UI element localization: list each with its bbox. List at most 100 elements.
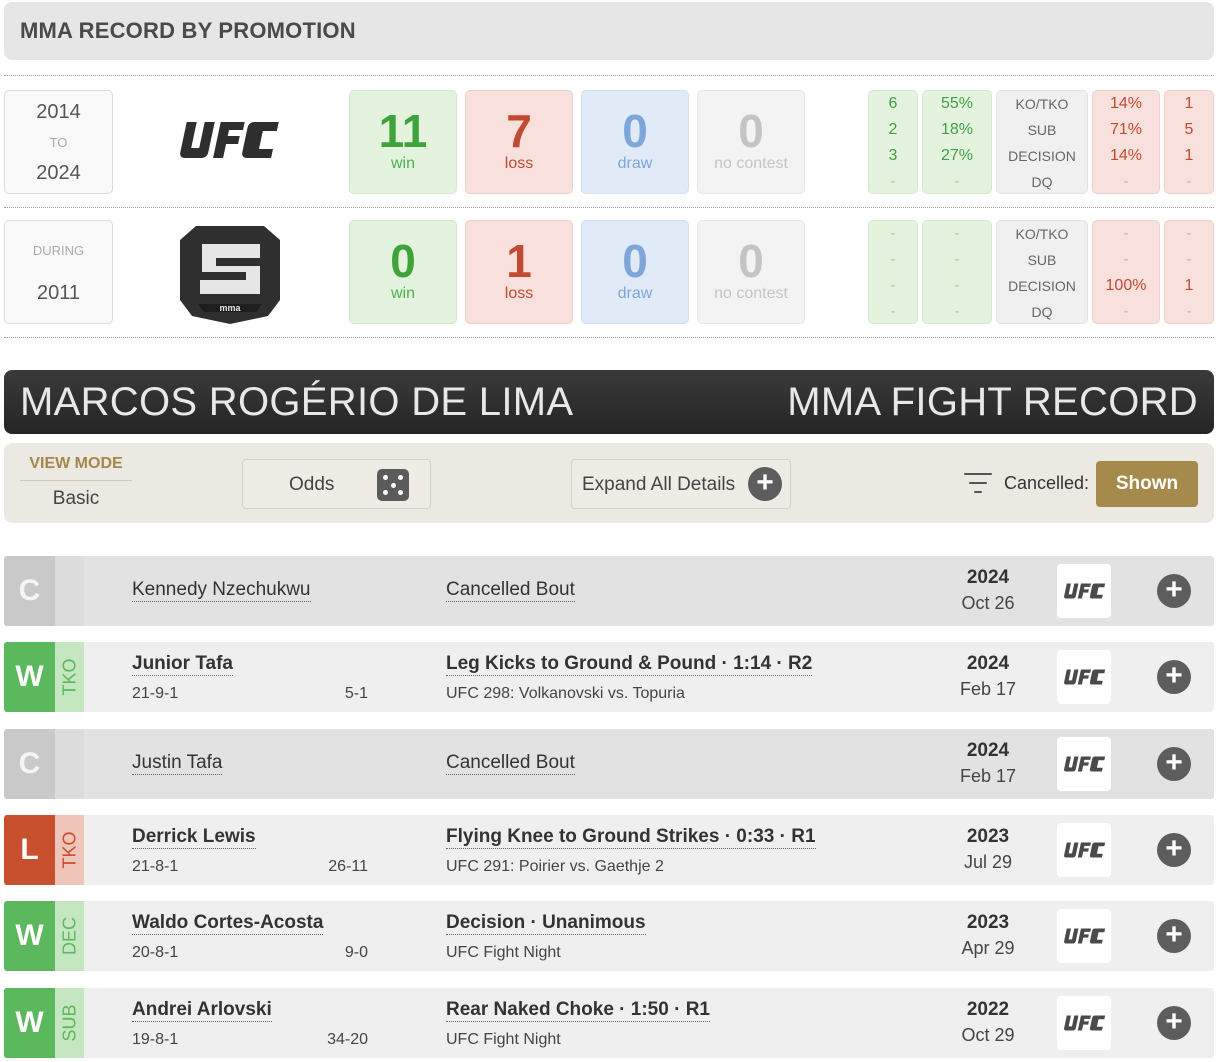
fight-date: Feb 17 (959, 766, 1017, 786)
win-label: win (390, 155, 415, 172)
fight-row[interactable]: C Kennedy Nzechukwu Cancelled Bout 2024 … (4, 556, 1214, 626)
win-count-dq: - (890, 173, 896, 190)
fight-year: 2023 (966, 826, 1010, 847)
years-single: 2011 (36, 282, 80, 304)
method-tab (55, 729, 84, 799)
event-name[interactable]: UFC 291: Poirier vs. Gaethje 2 (446, 858, 664, 876)
draw-count-box: 0 draw (581, 220, 689, 324)
result-badge: C (4, 729, 55, 799)
expand-fight-icon[interactable]: + (1157, 660, 1191, 694)
fight-date: Feb 17 (959, 679, 1017, 699)
opponent-link[interactable]: Derrick Lewis (132, 826, 256, 849)
expand-fight-icon[interactable]: + (1157, 747, 1191, 781)
fight-date: Apr 29 (961, 938, 1015, 958)
odds-label: Odds (289, 474, 335, 495)
opponent-record-at-fight: 34-20 (327, 1031, 368, 1048)
draw-label: draw (617, 155, 653, 172)
view-mode-selector[interactable]: Basic (20, 488, 132, 510)
opponent-record-at-fight: 9-0 (344, 944, 368, 961)
loss-count-dq: - (1186, 173, 1192, 190)
method-short: TKO (59, 658, 79, 696)
opponent-link[interactable]: Waldo Cortes-Acosta (132, 912, 324, 935)
ufc-logo[interactable] (1057, 650, 1111, 704)
promotion-row-ufc: 2014 TO 2024 11 win 7 loss 0 draw 0 no c… (0, 90, 1222, 194)
result-badge: W (4, 901, 55, 971)
loss-count-sub: 5 (1184, 121, 1194, 138)
ufc-logo[interactable] (1057, 737, 1111, 791)
ufc-logo[interactable] (1057, 823, 1111, 877)
fight-row[interactable]: L TKO Derrick Lewis 21-8-1 26-11 Flying … (4, 815, 1214, 885)
fight-row[interactable]: C Justin Tafa Cancelled Bout 2024 Feb 17… (4, 729, 1214, 799)
loss-count-sub: - (1186, 251, 1192, 268)
promotion-years: 2014 TO 2024 (4, 90, 113, 194)
win-pct-sub: 18% (940, 121, 974, 138)
ufc-logo[interactable] (1057, 909, 1111, 963)
no-contest-label: no contest (714, 155, 788, 172)
filter-icon[interactable] (964, 473, 992, 495)
opponent-record: 20-8-1 (132, 944, 179, 961)
fight-date: Jul 29 (963, 852, 1013, 872)
loss-count-ko: - (1186, 225, 1192, 242)
draw-count: 0 (622, 105, 648, 157)
event-name[interactable]: UFC Fight Night (446, 944, 561, 962)
shine-fights-logo[interactable]: mma (176, 220, 284, 324)
method-tab (55, 556, 84, 626)
ufc-logo[interactable] (172, 116, 284, 164)
ufc-logo[interactable] (1057, 564, 1111, 618)
expand-fight-icon[interactable]: + (1157, 919, 1191, 953)
fight-date: Oct 26 (961, 593, 1015, 613)
method-link[interactable]: Rear Naked Choke · 1:50 · R1 (446, 999, 710, 1022)
method-short: DEC (59, 916, 79, 956)
win-count-box: 11 win (349, 90, 457, 194)
win-pct-sub: - (954, 251, 960, 268)
opponent-link[interactable]: Justin Tafa (132, 752, 223, 775)
fight-year: 2024 (966, 740, 1010, 761)
win-method-counts: - - - - (868, 220, 918, 324)
win-count-sub: - (890, 251, 896, 268)
expand-fight-icon[interactable]: + (1157, 1006, 1191, 1040)
fight-row[interactable]: W DEC Waldo Cortes-Acosta 20-8-1 9-0 Dec… (4, 901, 1214, 971)
loss-pct-sub: 71% (1109, 121, 1143, 138)
method-labels: KO/TKO SUB DECISION DQ (996, 220, 1088, 324)
cancelled-shown-toggle[interactable]: Shown (1096, 461, 1198, 507)
method-link[interactable]: Cancelled Bout (446, 752, 575, 775)
fight-row[interactable]: W SUB Andrei Arlovski 19-8-1 34-20 Rear … (4, 988, 1214, 1058)
dice-icon (377, 469, 409, 501)
opponent-link[interactable]: Junior Tafa (132, 653, 233, 676)
method-tab: TKO (55, 642, 84, 712)
opponent-link[interactable]: Kennedy Nzechukwu (132, 579, 311, 602)
win-count-ko: 6 (888, 95, 898, 112)
result-badge: W (4, 642, 55, 712)
odds-toggle-button[interactable]: Odds (242, 459, 431, 509)
method-link[interactable]: Leg Kicks to Ground & Pound · 1:14 · R2 (446, 653, 813, 676)
loss-method-pcts: - - 100% - (1092, 220, 1160, 324)
expand-fight-icon[interactable]: + (1157, 574, 1191, 608)
method-short: SUB (59, 1004, 79, 1042)
divider (4, 337, 1214, 338)
fight-record-banner: MARCOS ROGÉRIO DE LIMA MMA FIGHT RECORD (4, 370, 1214, 434)
opponent-record: 21-8-1 (132, 858, 179, 875)
promotion-section-title: MMA RECORD BY PROMOTION (4, 2, 1214, 60)
method-link[interactable]: Cancelled Bout (446, 579, 575, 602)
method-link[interactable]: Decision · Unanimous (446, 912, 646, 935)
opponent-link[interactable]: Andrei Arlovski (132, 999, 272, 1022)
loss-pct-dq: - (1123, 173, 1129, 190)
loss-count-dec: 1 (1184, 277, 1194, 294)
opponent-record: 19-8-1 (132, 1031, 179, 1048)
win-count-dec: - (890, 277, 896, 294)
draw-count: 0 (622, 235, 648, 287)
method-sub: SUB (1027, 252, 1057, 268)
loss-count-dq: - (1186, 303, 1192, 320)
fight-row[interactable]: W TKO Junior Tafa 21-9-1 5-1 Leg Kicks t… (4, 642, 1214, 712)
method-link[interactable]: Flying Knee to Ground Strikes · 0:33 · R… (446, 826, 816, 849)
fight-year: 2024 (966, 653, 1010, 674)
fight-date: Oct 29 (961, 1025, 1015, 1045)
draw-count-box: 0 draw (581, 90, 689, 194)
event-name[interactable]: UFC 298: Volkanovski vs. Topuria (446, 685, 685, 703)
win-method-counts: 6 2 3 - (868, 90, 918, 194)
expand-fight-icon[interactable]: + (1157, 833, 1191, 867)
method-short: TKO (59, 831, 79, 869)
event-name[interactable]: UFC Fight Night (446, 1031, 561, 1049)
expand-all-details-button[interactable]: Expand All Details + (571, 459, 791, 509)
ufc-logo[interactable] (1057, 996, 1111, 1050)
